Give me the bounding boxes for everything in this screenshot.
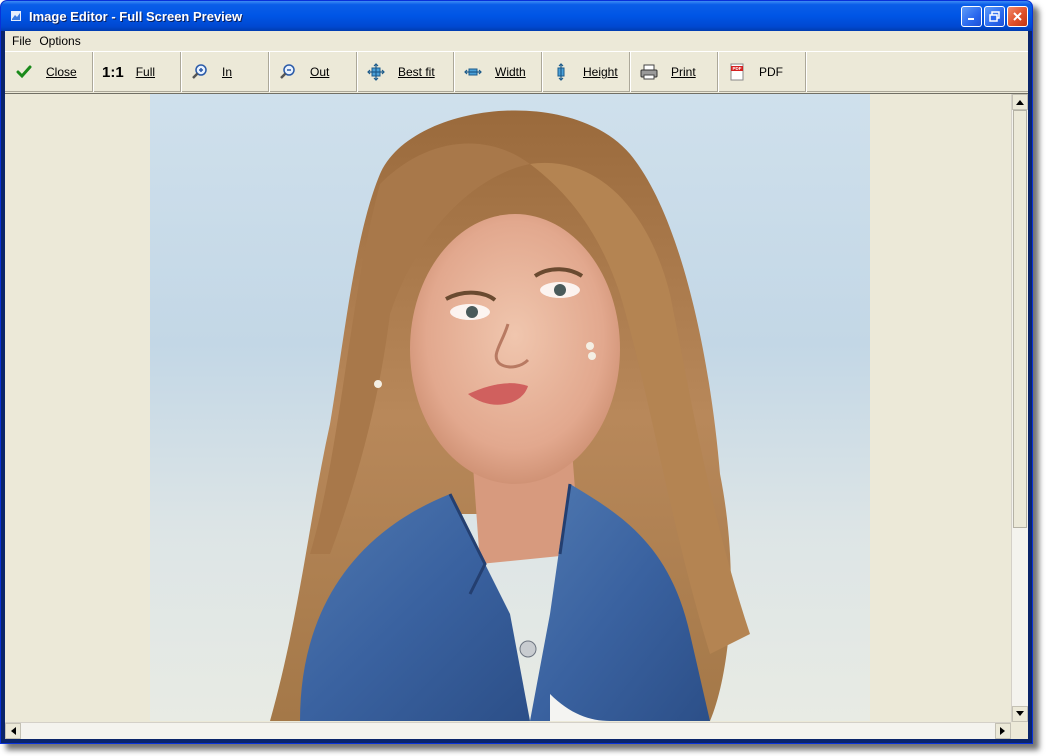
print-label: Print [671, 65, 696, 79]
zoom-out-label: Out [310, 65, 330, 79]
close-icon [1013, 12, 1022, 21]
zoom-in-button[interactable]: In [181, 52, 269, 92]
pdf-label: PDF [759, 65, 783, 79]
title-bar[interactable]: Image Editor - Full Screen Preview [1, 1, 1032, 31]
pdf-button[interactable]: PDF PDF [718, 52, 806, 92]
close-window-button[interactable] [1007, 6, 1028, 27]
fit-height-icon [551, 62, 571, 82]
close-label: Close [46, 65, 77, 79]
full-label: Full [135, 65, 156, 79]
pdf-icon: PDF [727, 62, 747, 82]
scroll-up-button[interactable] [1012, 94, 1028, 110]
minimize-button[interactable] [961, 6, 982, 27]
menu-bar: File Options [5, 31, 1028, 51]
window-client-area: File Options Close 1:1 Full In Out Best … [5, 31, 1028, 739]
fit-height-button[interactable]: Height [542, 52, 630, 92]
vertical-scroll-thumb[interactable] [1013, 110, 1027, 528]
best-fit-icon [366, 62, 386, 82]
fit-width-button[interactable]: Width [454, 52, 542, 92]
print-button[interactable]: Print [630, 52, 718, 92]
menu-file[interactable]: File [8, 34, 35, 48]
arrow-left-icon [11, 727, 16, 735]
arrow-down-icon [1016, 711, 1024, 716]
arrow-right-icon [1000, 727, 1005, 735]
horizontal-scrollbar[interactable] [5, 722, 1011, 739]
best-fit-button[interactable]: Best fit [357, 52, 454, 92]
scroll-down-button[interactable] [1012, 706, 1028, 722]
scroll-corner [1011, 722, 1028, 739]
best-fit-label: Best fit [398, 65, 435, 79]
scroll-left-button[interactable] [5, 723, 21, 739]
window-title: Image Editor - Full Screen Preview [29, 8, 243, 24]
close-button[interactable]: Close [5, 52, 93, 92]
scroll-right-button[interactable] [995, 723, 1011, 739]
image-editor-window: Image Editor - Full Screen Preview File … [0, 0, 1033, 744]
vertical-scrollbar[interactable] [1011, 94, 1028, 722]
full-size-button[interactable]: 1:1 Full [93, 52, 181, 92]
restore-icon [989, 11, 1000, 22]
restore-button[interactable] [984, 6, 1005, 27]
toolbar: Close 1:1 Full In Out Best fit Width Hei… [5, 51, 1028, 92]
zoom-in-label: In [222, 65, 233, 79]
menu-options[interactable]: Options [35, 34, 84, 48]
one-to-one-icon: 1:1 [102, 63, 124, 81]
minimize-icon [968, 18, 974, 20]
fit-height-label: Height [583, 65, 618, 79]
zoom-in-icon [190, 62, 210, 82]
app-icon [9, 9, 23, 23]
printer-icon [639, 62, 659, 82]
fit-width-label: Width [495, 65, 526, 79]
arrow-up-icon [1016, 100, 1024, 105]
portrait-photo [150, 94, 870, 721]
zoom-out-icon [278, 62, 298, 82]
image-viewport[interactable] [5, 93, 1028, 739]
svg-text:PDF: PDF [733, 66, 742, 71]
checkmark-icon [14, 62, 34, 82]
fit-width-icon [463, 62, 483, 82]
zoom-out-button[interactable]: Out [269, 52, 357, 92]
